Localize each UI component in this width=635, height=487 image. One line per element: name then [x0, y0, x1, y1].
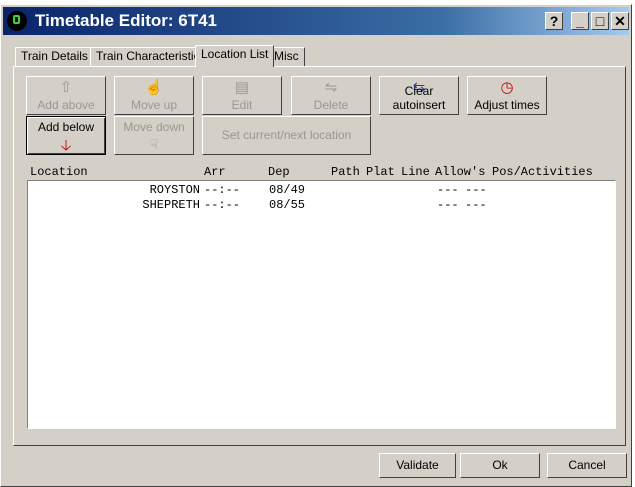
tab-train-characteristics[interactable]: Train Characteristics — [90, 47, 212, 66]
move-up-button[interactable]: ☝ Move up — [114, 76, 194, 115]
table-row[interactable]: ROYSTON --:-- 08/49 --- --- — [28, 183, 613, 198]
column-headers: Location Arr Dep Path Plat Line Allow's … — [30, 165, 620, 180]
add-above-button[interactable]: ⇧ Add above — [26, 76, 106, 115]
tab-location-list[interactable]: Location List — [195, 45, 275, 67]
minimize-button[interactable]: _ — [571, 12, 589, 30]
cell-pos: --- — [465, 183, 487, 197]
arrow-up-icon: ⇧ — [59, 79, 73, 96]
edit-button[interactable]: ▤ Edit — [202, 76, 282, 115]
move-down-button[interactable]: Move down ☟ — [114, 116, 194, 155]
add-below-button[interactable]: Add below 🡣 — [26, 116, 106, 155]
hand-down-icon: ☟ — [149, 136, 159, 152]
location-listbox[interactable]: ROYSTON --:-- 08/49 --- --- SHEPRETH --:… — [27, 180, 616, 429]
cell-allows: --- — [437, 183, 459, 197]
header-location: Location — [30, 165, 88, 179]
tab-train-details[interactable]: Train Details — [15, 47, 94, 66]
header-plat: Plat — [366, 165, 395, 179]
validate-button[interactable]: Validate — [379, 453, 456, 478]
maximize-button[interactable]: □ — [591, 12, 609, 30]
clock-icon: ◷ — [500, 79, 514, 96]
cell-arr: --:-- — [204, 198, 241, 212]
table-row[interactable]: SHEPRETH --:-- 08/55 --- --- — [28, 198, 613, 213]
header-dep: Dep — [268, 165, 290, 179]
app-icon — [7, 11, 27, 31]
delete-icon: ⇋ — [324, 79, 338, 96]
header-line: Line — [401, 165, 430, 179]
clear-autoinsert-button[interactable]: ⇆ Clear autoinsert — [379, 76, 459, 115]
title-bar[interactable]: Timetable Editor: 6T41 ? _ □ ✕ — [3, 7, 629, 35]
ok-button[interactable]: Ok — [460, 453, 540, 478]
adjust-times-button[interactable]: ◷ Adjust times — [467, 76, 547, 115]
window-title: Timetable Editor: 6T41 — [35, 11, 218, 30]
cell-allows: --- — [437, 198, 459, 212]
edit-icon: ▤ — [234, 79, 250, 96]
header-path: Path — [331, 165, 360, 179]
close-button[interactable]: ✕ — [611, 12, 629, 30]
header-pos-activities: Pos/Activities — [492, 165, 593, 179]
header-allows: Allow's — [435, 165, 486, 179]
cell-location: SHEPRETH — [142, 198, 200, 212]
cell-pos: --- — [465, 198, 487, 212]
hand-up-icon: ☝ — [144, 79, 164, 96]
cell-dep: 08/49 — [269, 183, 306, 197]
cancel-button[interactable]: Cancel — [547, 453, 627, 478]
delete-button[interactable]: ⇋ Delete — [291, 76, 371, 115]
help-button[interactable]: ? — [545, 12, 563, 30]
set-current-next-location-button[interactable]: Set current/next location — [202, 116, 371, 155]
arrow-down-icon: 🡣 — [60, 137, 72, 154]
timetable-editor-window: Timetable Editor: 6T41 ? _ □ ✕ Train Det… — [0, 4, 632, 487]
cell-location: ROYSTON — [149, 183, 200, 197]
cell-arr: --:-- — [204, 183, 241, 197]
header-arr: Arr — [204, 165, 226, 179]
cell-dep: 08/55 — [269, 198, 306, 212]
